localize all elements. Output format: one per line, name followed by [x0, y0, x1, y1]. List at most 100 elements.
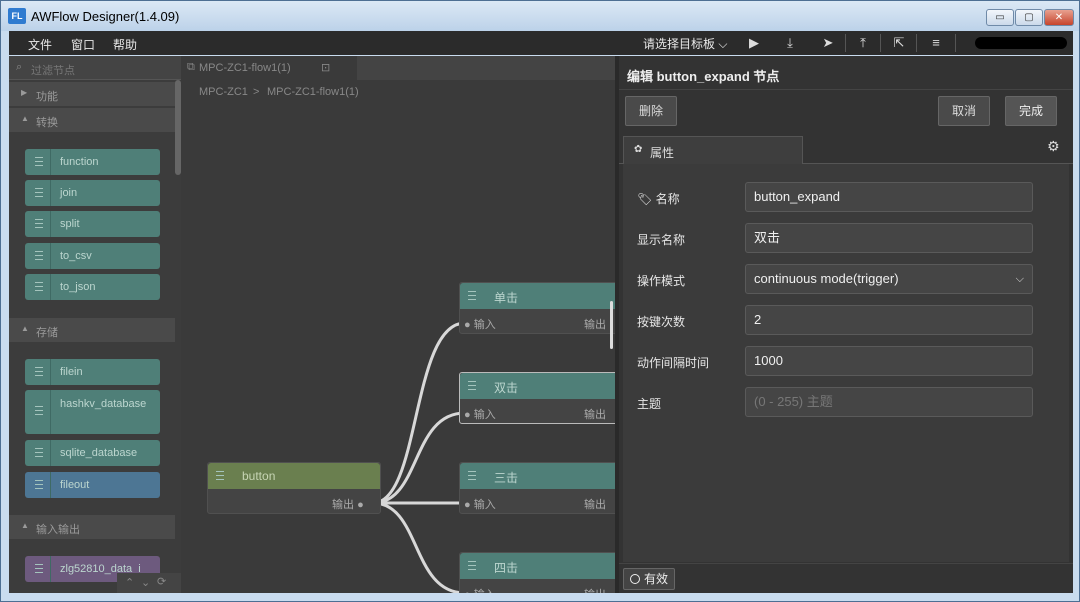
- node-input-port[interactable]: ● 输入: [464, 406, 496, 422]
- palette-node-sqlite-database[interactable]: sqlite_database: [25, 440, 160, 466]
- palette-node-label: split: [60, 218, 80, 230]
- toolbar-divider: [955, 34, 956, 52]
- node-label: 单击: [494, 291, 519, 305]
- category-label: 功能: [36, 91, 58, 103]
- interval-label: 动作间隔时间: [637, 356, 710, 370]
- server-icon[interactable]: ≡: [925, 33, 947, 53]
- category-label: 转换: [36, 117, 58, 129]
- enable-toggle[interactable]: 有效: [623, 568, 675, 590]
- node-output-port[interactable]: 输出: [584, 316, 606, 332]
- panel-splitter-handle[interactable]: [610, 301, 613, 349]
- node-output-port[interactable]: 输出: [584, 586, 606, 593]
- node-header: 三击: [460, 463, 617, 489]
- close-button[interactable]: ✕: [1044, 9, 1074, 26]
- tab-properties[interactable]: ✿ 属性: [623, 136, 803, 164]
- editor-footer: 有效: [619, 563, 1073, 593]
- cancel-button[interactable]: 取消: [938, 96, 990, 126]
- display-name-input[interactable]: 双击: [745, 223, 1033, 253]
- node-header: 单击: [460, 283, 617, 309]
- field-label-text: 名称: [655, 192, 680, 206]
- collapse-down-icon[interactable]: ⌄: [141, 576, 150, 589]
- node-input-port[interactable]: ● 输入: [464, 586, 496, 593]
- key-count-input[interactable]: 2: [745, 305, 1033, 335]
- palette-node-label: hashkv_database: [60, 398, 147, 410]
- palette-node-function[interactable]: function: [25, 149, 160, 175]
- send-icon[interactable]: ➤: [817, 33, 839, 53]
- node-output-port[interactable]: 输出 ●: [332, 496, 364, 512]
- done-button[interactable]: 完成: [1005, 96, 1057, 126]
- chevron-down-icon: ▲: [21, 521, 29, 530]
- settings-gear-icon[interactable]: ⚙: [1047, 138, 1060, 155]
- palette-footer: ⌃ ⌄ ⟳: [117, 573, 181, 593]
- topic-label: 主题: [637, 397, 662, 411]
- collapse-up-icon[interactable]: ⌃: [125, 576, 134, 589]
- circle-icon: [630, 574, 640, 584]
- play-icon[interactable]: ▶: [743, 33, 765, 53]
- flow-node-button[interactable]: button 输出 ●: [207, 462, 381, 514]
- name-input[interactable]: button_expand: [745, 182, 1033, 212]
- node-header: 四击: [460, 553, 617, 579]
- menu-window[interactable]: 窗口: [71, 36, 95, 53]
- node-label: 四击: [494, 561, 519, 575]
- flow-workspace[interactable]: ⧉ MPC-ZC1-flow1(1) ⊡ MPC-ZC1 > MPC-ZC1-f…: [181, 56, 617, 593]
- grip-icon: [25, 274, 51, 300]
- toolbar-divider: [845, 34, 846, 52]
- category-label: 存储: [36, 327, 58, 339]
- menu-file[interactable]: 文件: [28, 36, 52, 53]
- category-function[interactable]: ▶ 功能: [9, 82, 175, 106]
- flow-node-single-click[interactable]: 单击 ● 输入 输出: [459, 282, 617, 334]
- category-convert[interactable]: ▲ 转换: [9, 108, 175, 132]
- chevron-down-icon: ▲: [21, 324, 29, 333]
- toolbar-divider: [916, 34, 917, 52]
- enable-label: 有效: [644, 572, 669, 586]
- palette-node-join[interactable]: join: [25, 180, 160, 206]
- flow-node-quad-click[interactable]: 四击 ● 输入 输出: [459, 552, 617, 593]
- minimize-button[interactable]: ▭: [986, 9, 1014, 26]
- target-board-select[interactable]: 请选择目标板 ⌵: [643, 35, 727, 52]
- flow-node-double-click[interactable]: 双击 ● 输入 输出: [459, 372, 617, 424]
- palette-node-hashkv-database[interactable]: hashkv_database: [25, 390, 160, 434]
- upload-icon[interactable]: ⤒: [852, 33, 874, 53]
- grip-icon: [25, 180, 51, 206]
- tag-icon: 🏷: [637, 192, 653, 206]
- wire-to-single[interactable]: [371, 321, 467, 505]
- mode-select[interactable]: continuous mode(trigger) ⌵: [745, 264, 1033, 294]
- export-icon[interactable]: ⇱: [888, 33, 910, 53]
- palette-search[interactable]: ⌕ 过滤节点: [9, 56, 181, 80]
- palette-search-placeholder: 过滤节点: [31, 65, 75, 77]
- category-storage[interactable]: ▲ 存储: [9, 318, 175, 342]
- category-label: 输入输出: [36, 524, 80, 536]
- wire-to-quad[interactable]: [371, 501, 467, 593]
- download-icon[interactable]: ⤓: [779, 33, 801, 53]
- node-output-port[interactable]: 输出: [584, 496, 606, 512]
- refresh-icon[interactable]: ⟳: [157, 575, 166, 588]
- maximize-button[interactable]: ▢: [1015, 9, 1043, 26]
- palette-node-to-json[interactable]: to_json: [25, 274, 160, 300]
- node-input-port[interactable]: ● 输入: [464, 316, 496, 332]
- palette-node-filein[interactable]: filein: [25, 359, 160, 385]
- grip-icon: [468, 289, 478, 303]
- app-window: FL AWFlow Designer(1.4.09) ▭ ▢ ✕ 文件 窗口 帮…: [0, 0, 1080, 602]
- node-input-port[interactable]: ● 输入: [464, 496, 496, 512]
- flow-node-triple-click[interactable]: 三击 ● 输入 输出: [459, 462, 617, 514]
- palette-node-split[interactable]: split: [25, 211, 160, 237]
- display-name-label: 显示名称: [637, 233, 686, 247]
- wire-to-double[interactable]: [371, 411, 467, 505]
- main-area: ⌕ 过滤节点 ▶ 功能 ▲ 转换 function join split to_…: [9, 56, 1073, 593]
- node-header: button: [208, 463, 380, 489]
- chevron-right-icon: ▶: [21, 88, 28, 97]
- category-io[interactable]: ▲ 输入输出: [9, 515, 175, 539]
- port-label: 输入: [473, 499, 496, 511]
- palette-node-fileout[interactable]: fileout: [25, 472, 160, 498]
- menu-help[interactable]: 帮助: [113, 36, 137, 53]
- topic-input[interactable]: (0 - 255) 主题: [745, 387, 1033, 417]
- interval-input[interactable]: 1000: [745, 346, 1033, 376]
- node-output-port[interactable]: 输出: [584, 406, 606, 422]
- mode-label: 操作模式: [637, 274, 686, 288]
- grip-icon: [216, 469, 226, 483]
- chevron-down-icon: ▲: [21, 114, 29, 123]
- tab-label: 属性: [650, 146, 675, 160]
- properties-form: 🏷 名称 button_expand 显示名称 双击 操作模式 continuo…: [623, 164, 1069, 562]
- palette-node-to-csv[interactable]: to_csv: [25, 243, 160, 269]
- delete-button[interactable]: 删除: [625, 96, 677, 126]
